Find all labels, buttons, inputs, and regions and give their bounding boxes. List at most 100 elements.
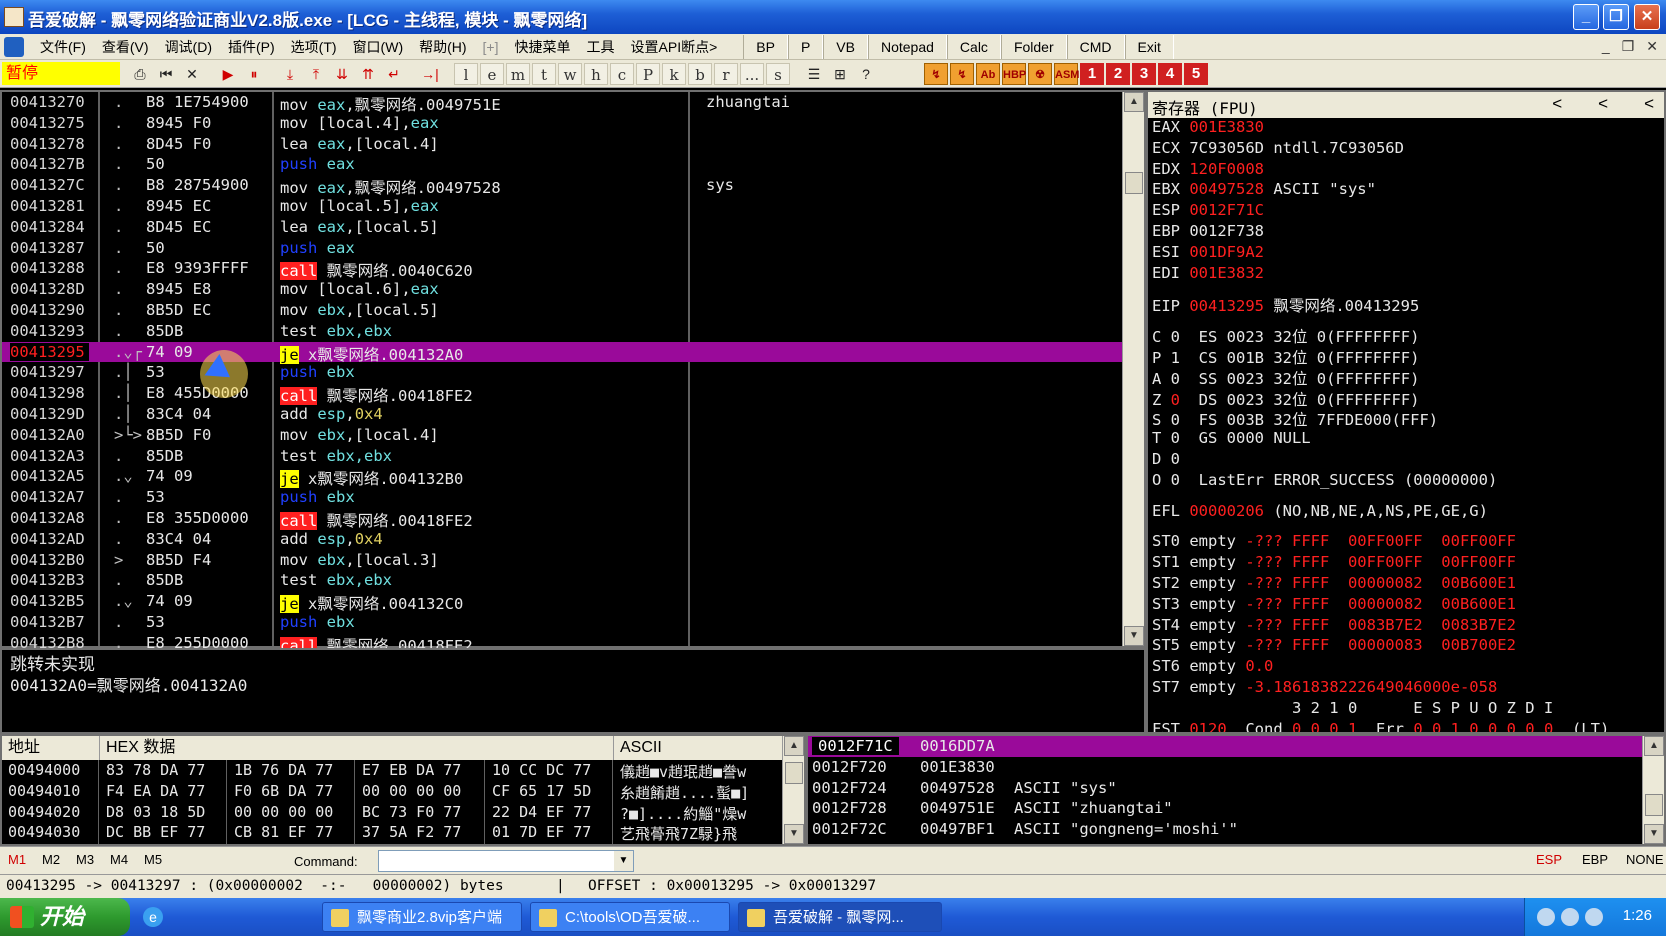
registers-nav-left-icon[interactable]: < [1644, 94, 1654, 114]
minimize-button[interactable]: _ [1573, 4, 1599, 30]
window-button-s[interactable]: s [766, 63, 790, 85]
mdi-restore-icon[interactable]: ❐ [1622, 38, 1635, 55]
quick-button-folder[interactable]: Folder [1000, 35, 1067, 59]
register-line[interactable]: ST7 empty -3.1861838222649046000e-058 [1148, 678, 1664, 699]
disasm-row[interactable]: 00413287. 50 push eax [2, 238, 1122, 259]
dump-row[interactable]: 00494020 D8 03 18 5D 00 00 00 00 BC 73 F0 7… [2, 802, 786, 823]
disasm-row[interactable]: 004132A0 >└> 8B5D F0 mov ebx,[local.4] [2, 425, 1122, 446]
close-icon[interactable]: ✕ [180, 63, 204, 85]
window-button-w[interactable]: w [558, 63, 582, 85]
register-line[interactable]: D 0 [1148, 450, 1664, 471]
trace-into-icon[interactable]: ⇊ [330, 63, 354, 85]
taskbar-item-folder[interactable]: C:\tools\OD吾爱破... [530, 902, 730, 932]
disasm-row[interactable]: 00413284. 8D45 EC lea eax,[local.5] [2, 217, 1122, 238]
disasm-row[interactable]: 00413288. E8 9393FFFF call 飘零网络.0040C620 [2, 258, 1122, 281]
scroll-up-icon[interactable]: ▲ [1644, 736, 1664, 756]
disasm-row[interactable]: 004132AD. 83C4 04 add esp,0x4 [2, 529, 1122, 550]
quick-button-notepad[interactable]: Notepad [867, 35, 947, 59]
plugin-icon[interactable]: ASM [1054, 63, 1079, 85]
register-line[interactable]: ESI 001DF9A2 [1148, 243, 1664, 264]
tray-icon[interactable] [1585, 908, 1603, 926]
marker-m2[interactable]: M2 [42, 852, 60, 867]
run-icon[interactable]: ▶ [216, 63, 240, 85]
pause-icon[interactable]: ⏸ [242, 63, 266, 85]
plugin-icon[interactable]: Ab [976, 63, 1000, 85]
menu-item[interactable]: 窗口(W) [345, 34, 412, 60]
register-line[interactable]: EAX 001E3830 [1148, 118, 1664, 139]
disasm-row[interactable]: 004132A5 .⌄ 74 09 je x飘零网络.004132B0 [2, 466, 1122, 489]
menu-item[interactable]: 插件(P) [220, 34, 283, 60]
plugin-icon[interactable]: ↯ [950, 63, 974, 85]
register-line[interactable]: EIP 00413295 飘零网络.00413295 [1148, 294, 1664, 315]
system-menu-icon[interactable] [4, 37, 24, 57]
plugin-button-2[interactable]: 2 [1106, 63, 1130, 85]
window-button-b[interactable]: b [688, 63, 712, 85]
register-line[interactable]: ST2 empty -??? FFFF 00000082 00B600E1 [1148, 574, 1664, 595]
stack-row[interactable]: 0012F72C 00497BF1 ASCII "gongneng='moshi'" [808, 819, 1644, 840]
follow-esp-toggle[interactable]: ESP [1536, 852, 1562, 867]
mdi-minimize-icon[interactable]: _ [1602, 38, 1610, 55]
window-button-r[interactable]: r [714, 63, 738, 85]
register-line[interactable]: ST0 empty -??? FFFF 00FF00FF 00FF00FF [1148, 532, 1664, 553]
menu-item[interactable]: 帮助(H) [411, 34, 474, 60]
disasm-row[interactable]: 0041327B. 50 push eax [2, 154, 1122, 175]
window-button-P[interactable]: P [636, 63, 660, 85]
taskbar-item-debugger[interactable]: 吾爱破解 - 飘零网... [738, 902, 942, 932]
disasm-row[interactable]: 004132A8. E8 355D0000 call 飘零网络.00418FE2 [2, 508, 1122, 530]
dump-scrollbar[interactable]: ▲ ▼ [782, 736, 804, 844]
scroll-down-icon[interactable]: ▼ [1124, 626, 1144, 646]
disasm-row[interactable]: 00413275. 8945 F0 mov [local.4],eax [2, 113, 1122, 134]
scroll-thumb[interactable] [785, 762, 803, 784]
register-line[interactable]: T 0 GS 0000 NULL [1148, 429, 1664, 450]
menu-item[interactable]: 选项(T) [283, 34, 345, 60]
menu-item[interactable]: 调试(D) [157, 34, 220, 60]
register-line[interactable]: ECX 7C93056D ntdll.7C93056D [1148, 139, 1664, 160]
command-input[interactable] [378, 850, 634, 872]
menu-item[interactable]: [+] [475, 34, 507, 60]
register-line[interactable]: ST4 empty -??? FFFF 0083B7E2 0083B7E2 [1148, 616, 1664, 637]
plugin-icon[interactable]: HBP [1002, 63, 1026, 85]
marker-m3[interactable]: M3 [76, 852, 94, 867]
follow-none-toggle[interactable]: NONE [1626, 852, 1664, 867]
scroll-down-icon[interactable]: ▼ [784, 824, 804, 844]
window-button-l[interactable]: l [454, 63, 478, 85]
window-button-more[interactable]: ... [740, 63, 764, 85]
restart-icon[interactable]: ⏮ [154, 63, 178, 85]
quick-button-vb[interactable]: VB [823, 35, 868, 59]
disasm-row[interactable]: 0041328D. 8945 E8 mov [local.6],eax [2, 279, 1122, 300]
disasm-row[interactable]: 004132B0 >8B5D F4 mov ebx,[local.3] [2, 550, 1122, 571]
registers-nav-left-icon[interactable]: < [1552, 94, 1562, 114]
dump-row[interactable]: 00494030 DC BB EF 77 CB 81 EF 77 37 5A F2 7… [2, 822, 786, 843]
scroll-down-icon[interactable]: ▼ [1644, 824, 1664, 844]
dump-row[interactable]: 00494010 F4 EA DA 77 F0 6B DA 77 00 00 00 0… [2, 781, 786, 802]
register-line[interactable]: C 0 ES 0023 32位 0(FFFFFFFF) [1148, 325, 1664, 346]
window-button-e[interactable]: e [480, 63, 504, 85]
disasm-row[interactable]: 00413298 .│ E8 455D0000 call 飘零网络.00418FE2 [2, 383, 1122, 406]
internet-explorer-icon[interactable]: e [143, 907, 163, 927]
stack-row[interactable]: 0012F71C 0016DD7A [808, 736, 1644, 757]
dump-col-hex[interactable]: HEX 数据 [100, 736, 614, 760]
trace-over-icon[interactable]: ⇈ [356, 63, 380, 85]
memory-dump-pane[interactable]: 地址 HEX 数据 ASCII 00494000 83 78 DA 77 1B 76… [0, 734, 806, 846]
register-line[interactable]: EBP 0012F738 [1148, 222, 1664, 243]
stack-row[interactable]: 0012F728 0049751E ASCII "zhuangtai" [808, 798, 1644, 819]
register-line[interactable]: EFL 00000206 (NO,NB,NE,A,NS,PE,GE,G) [1148, 502, 1664, 523]
register-line[interactable]: FST 0120 Cond 0 0 0 1 Err 0 0 1 0 0 0 0 … [1148, 720, 1664, 732]
taskbar-item-client[interactable]: 飘零商业2.8vip客户端 [322, 902, 522, 932]
register-line[interactable]: ST6 empty 0.0 [1148, 657, 1664, 678]
menu-item[interactable]: 查看(V) [94, 34, 157, 60]
disasm-row[interactable]: 00413281. 8945 EC mov [local.5],eax [2, 196, 1122, 217]
disassembly-pane[interactable]: 00413270. B8 1E754900 mov eax,飘零网络.0049751… [0, 90, 1146, 655]
disasm-row[interactable]: 004132A3. 85DB test ebx,ebx [2, 446, 1122, 467]
window-button-h[interactable]: h [584, 63, 608, 85]
dump-row[interactable]: 00494000 83 78 DA 77 1B 76 DA 77 E7 EB DA 7… [2, 760, 786, 781]
stack-row[interactable]: 0012F720 001E3830 [808, 757, 1644, 778]
menu-item[interactable]: 设置API断点> [623, 34, 726, 60]
mdi-close-icon[interactable]: ✕ [1646, 38, 1658, 55]
quick-button-exit[interactable]: Exit [1124, 35, 1174, 59]
plugin-button-4[interactable]: 4 [1158, 63, 1182, 85]
disasm-row[interactable]: 00413290. 8B5D EC mov ebx,[local.5] [2, 300, 1122, 321]
chevron-down-icon[interactable]: ▼ [614, 851, 633, 871]
stack-scrollbar[interactable]: ▲ ▼ [1642, 736, 1664, 844]
quick-button-bp[interactable]: BP [743, 35, 788, 59]
